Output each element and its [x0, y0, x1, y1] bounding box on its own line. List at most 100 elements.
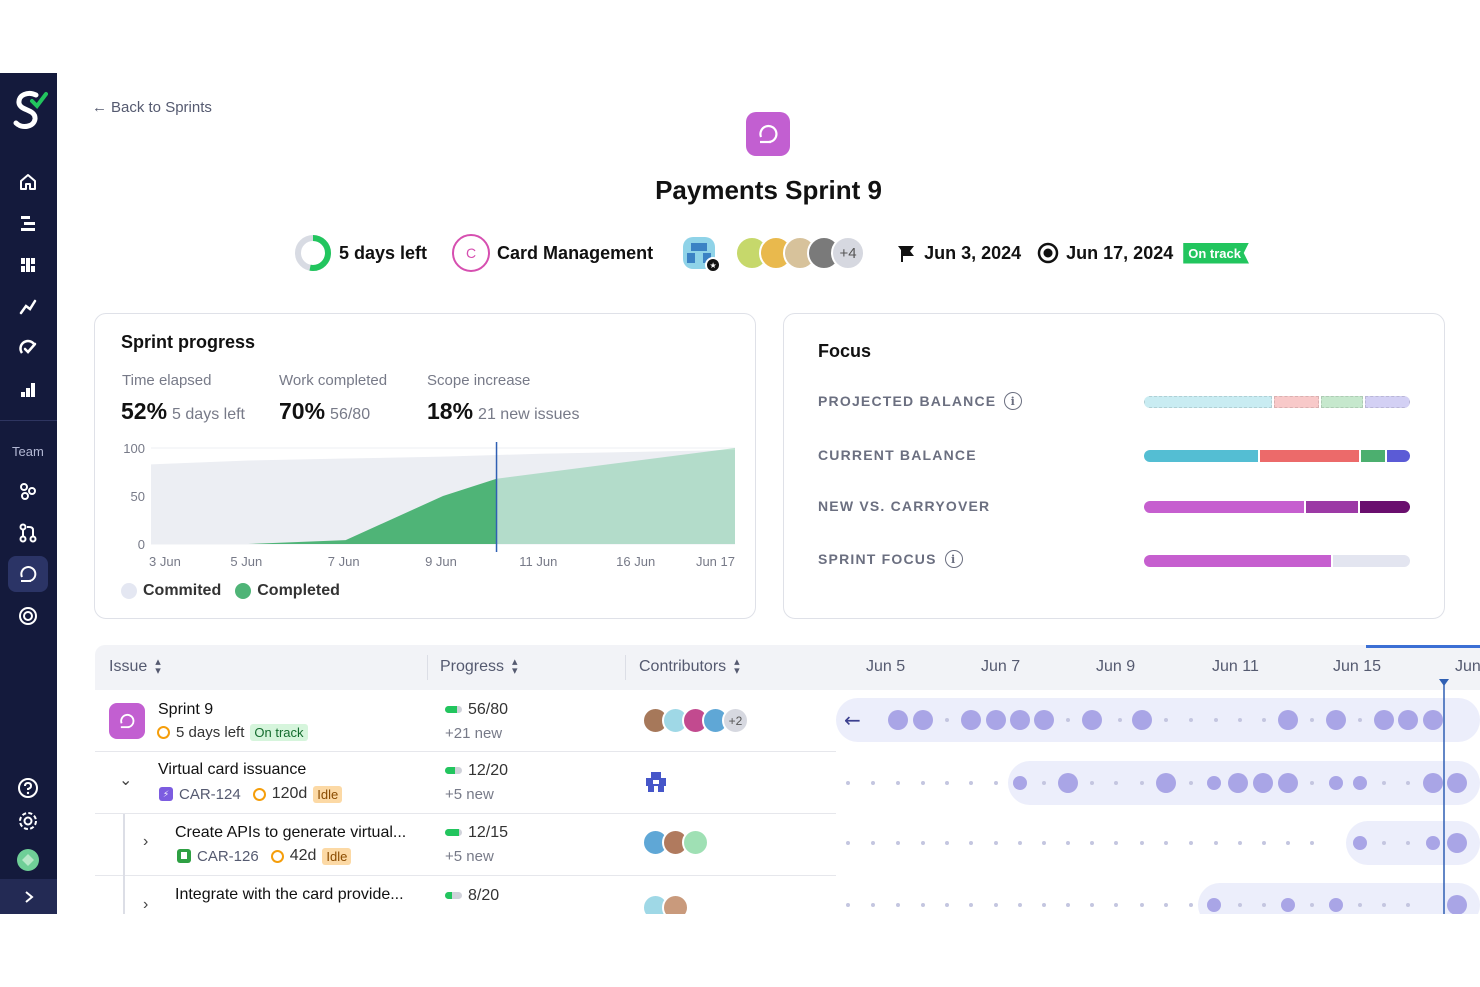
- issue-title[interactable]: Create APIs to generate virtual...: [175, 824, 406, 842]
- info-icon[interactable]: i: [944, 550, 963, 568]
- table-row[interactable]: › Integrate with the card provide... 8/2…: [95, 876, 836, 914]
- page-title: Payments Sprint 9: [655, 175, 882, 205]
- table-row[interactable]: ⌄ Virtual card issuance ⚡ CAR-124 120d I…: [95, 752, 836, 814]
- help-icon[interactable]: [8, 770, 48, 806]
- timeline-dot: [1189, 718, 1193, 722]
- progress-ring-icon: [295, 235, 331, 271]
- timeline-dot: [846, 841, 850, 845]
- timeline-panel[interactable]: Jun 5 Jun 7 Jun 9 Jun 11 Jun 15 Jun ←: [836, 645, 1480, 914]
- legend-item[interactable]: Commited: [121, 582, 221, 600]
- table-row[interactable]: Sprint 9 5 days left On track 56/80 +21 n…: [95, 690, 836, 752]
- contributors-stack[interactable]: +4: [735, 236, 866, 270]
- timeline-dot: [969, 841, 973, 845]
- tree-line: [123, 814, 125, 876]
- back-link-label: Back to Sprints: [111, 99, 212, 116]
- column-header-contributors[interactable]: Contributors ▴ ▾: [639, 657, 740, 677]
- timeline-dot: [1164, 903, 1168, 907]
- timeline-dot: [1140, 781, 1144, 785]
- bar-segment: [1260, 450, 1360, 462]
- bar-segment: [1274, 396, 1319, 408]
- legend-item[interactable]: Completed: [235, 582, 340, 600]
- focus-target-icon[interactable]: [8, 598, 48, 634]
- contributors-cell[interactable]: [642, 894, 689, 914]
- expand-sidebar-button[interactable]: [0, 879, 57, 914]
- timeline-dot: [1353, 776, 1367, 790]
- team-avatar[interactable]: ★: [681, 235, 722, 273]
- timeline-dot: [1042, 903, 1046, 907]
- sprints-icon[interactable]: [8, 556, 48, 592]
- chevron-down-icon[interactable]: ⌄: [119, 770, 132, 790]
- goals-icon[interactable]: [8, 330, 48, 366]
- timeline-dot: [961, 710, 981, 730]
- team-avatar[interactable]: [644, 770, 668, 799]
- new-vs-carryover-bar[interactable]: [1144, 501, 1410, 513]
- issue-meta: CAR-126 42d Idle: [177, 847, 352, 865]
- sprint-icon: [746, 112, 790, 156]
- start-date: Jun 3, 2024: [895, 242, 1021, 264]
- timeline-dot: [1058, 773, 1078, 793]
- issue-title[interactable]: Integrate with the card provide...: [175, 886, 404, 904]
- board-icon[interactable]: [8, 247, 48, 283]
- team-icon[interactable]: [8, 473, 48, 509]
- timeline-dot: [1358, 718, 1362, 722]
- sidebar: Team: [0, 73, 57, 914]
- column-header-progress[interactable]: Progress ▴ ▾: [440, 657, 518, 677]
- roadmap-icon[interactable]: [8, 205, 48, 241]
- stat-label: Time elapsed: [122, 372, 212, 389]
- issue-title[interactable]: Sprint 9: [158, 701, 213, 719]
- timeline-dot: [994, 781, 998, 785]
- table-row[interactable]: › Create APIs to generate virtual... CAR…: [95, 814, 836, 876]
- sprint-progress-card: Sprint progress Time elapsed 52% 5 days l…: [94, 313, 756, 619]
- timeline-dot: [1066, 718, 1070, 722]
- x-tick-label: 9 Jun: [425, 554, 457, 569]
- sprint-row-icon: [109, 703, 145, 739]
- issue-title[interactable]: Virtual card issuance: [158, 761, 306, 779]
- timeline-dot: [1310, 781, 1314, 785]
- tree-line: [123, 876, 125, 914]
- contributors-cell[interactable]: +2: [642, 707, 749, 734]
- app-window: Team ← Back to Sprints Payments Sprint 9…: [0, 73, 1480, 914]
- sprint-meta-bar: 5 days left C Card Management ★ +4 Jun 3…: [294, 231, 1249, 275]
- timeline-dot: [1406, 903, 1410, 907]
- info-icon[interactable]: i: [1004, 392, 1023, 410]
- column-separator: [427, 655, 428, 680]
- chart-legend: Commited Completed: [121, 582, 340, 600]
- timeline-dot: [1374, 710, 1394, 730]
- reports-icon[interactable]: [8, 372, 48, 408]
- timeline-dot: [1042, 841, 1046, 845]
- focus-row-label: PROJECTED BALANCE i: [818, 392, 1023, 410]
- timeline-dot: [1423, 773, 1443, 793]
- timeline-dot: [1090, 841, 1094, 845]
- settings-gear-icon[interactable]: [8, 803, 48, 839]
- bar-segment: [1144, 555, 1332, 567]
- home-icon[interactable]: [8, 164, 48, 200]
- current-balance-bar[interactable]: [1144, 450, 1410, 462]
- idle-badge: Idle: [322, 847, 352, 865]
- sprint-focus-bar[interactable]: [1144, 555, 1410, 567]
- timeline-dot: [1090, 903, 1094, 907]
- timeline-dot: [1207, 898, 1221, 912]
- timeline-dot: [1114, 841, 1118, 845]
- timeline-dot: [1238, 718, 1242, 722]
- column-header-issue[interactable]: Issue ▴ ▾: [109, 657, 161, 677]
- timeline-dot: [1013, 776, 1027, 790]
- column-separator: [625, 655, 626, 680]
- contributors-cell[interactable]: [642, 829, 709, 856]
- timeline-dot: [1018, 841, 1022, 845]
- timeline-dot: [1262, 841, 1266, 845]
- projected-balance-bar[interactable]: [1144, 396, 1410, 408]
- back-to-sprints-link[interactable]: ← Back to Sprints: [92, 99, 212, 116]
- pull-request-icon[interactable]: [8, 515, 48, 551]
- chevron-right-icon[interactable]: ›: [143, 833, 148, 851]
- timeline-dot: [1207, 776, 1221, 790]
- legend-dot: [235, 582, 252, 599]
- project-chip[interactable]: C Card Management: [452, 234, 653, 272]
- timeline-dot: [1238, 841, 1242, 845]
- timeline-tracks: ←: [836, 679, 1480, 914]
- timeline-dot: [1382, 781, 1386, 785]
- app-logo[interactable]: [10, 87, 48, 133]
- chevron-right-icon[interactable]: ›: [143, 896, 148, 914]
- timeline-dot: [1426, 836, 1440, 850]
- analytics-icon[interactable]: [8, 289, 48, 325]
- user-avatar[interactable]: [8, 842, 48, 878]
